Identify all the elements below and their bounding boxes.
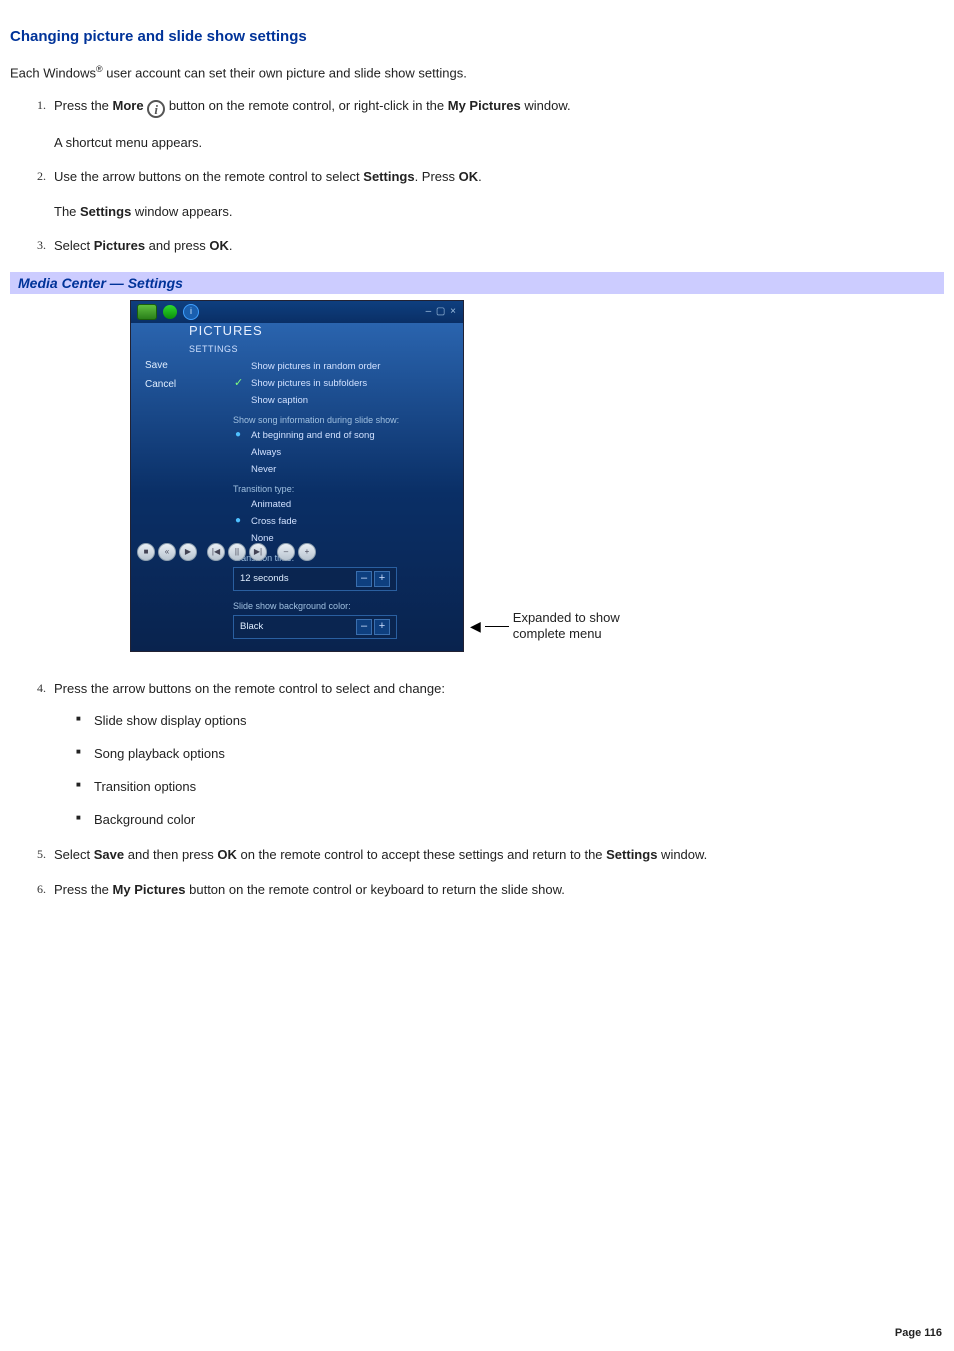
t: OK <box>459 169 479 184</box>
t: window. <box>521 98 571 113</box>
step-4: Press the arrow buttons on the remote co… <box>32 680 944 830</box>
t: OK <box>209 238 229 253</box>
next-icon[interactable]: ▶| <box>249 543 267 561</box>
pause-icon[interactable]: || <box>228 543 246 561</box>
t: Settings <box>606 847 657 862</box>
transition-time-value: 12 seconds <box>240 573 354 584</box>
bg-minus-button[interactable]: – <box>356 619 372 635</box>
vol-down-icon[interactable]: – <box>277 543 295 561</box>
bg-color-field[interactable]: Black – + <box>233 615 397 639</box>
annot-line1: Expanded to show <box>513 610 620 625</box>
bullet-transition: Transition options <box>76 778 944 797</box>
step-2-sub: The Settings window appears. <box>54 203 944 221</box>
t: Save <box>94 847 124 862</box>
t: The <box>54 204 80 219</box>
media-controls: ■ « ▶ |◀ || ▶| – + <box>137 543 316 561</box>
plus-button[interactable]: + <box>374 571 390 587</box>
transition-crossfade[interactable]: Cross fade <box>231 513 455 530</box>
bg-plus-button[interactable]: + <box>374 619 390 635</box>
t: window appears. <box>131 204 232 219</box>
t: . Press <box>415 169 459 184</box>
t: My Pictures <box>448 98 521 113</box>
t: Settings <box>363 169 414 184</box>
step-3: Select Pictures and press OK. <box>32 237 944 256</box>
minus-button[interactable]: – <box>356 571 372 587</box>
t: Select <box>54 238 94 253</box>
opt-caption[interactable]: Show caption <box>231 392 455 409</box>
step-2: Use the arrow buttons on the remote cont… <box>32 168 944 221</box>
window-titlebar: i – ▢ × <box>131 301 463 323</box>
t: window. <box>657 847 707 862</box>
intro-paragraph: Each Windows® user account can set their… <box>10 63 944 83</box>
t: My Pictures <box>113 882 186 897</box>
song-always[interactable]: Always <box>231 444 455 461</box>
breadcrumb: SETTINGS <box>131 344 463 356</box>
media-center-banner: Media Center — Settings <box>10 272 944 294</box>
group-song-info: Show song information during slide show: <box>231 409 455 427</box>
stop-icon[interactable]: ■ <box>137 543 155 561</box>
window-controls[interactable]: – ▢ × <box>426 306 457 317</box>
opt-random-order[interactable]: Show pictures in random order <box>231 358 455 375</box>
song-never[interactable]: Never <box>231 461 455 478</box>
t: button on the remote control, or right-c… <box>165 98 448 113</box>
t: button on the remote control or keyboard… <box>186 882 565 897</box>
t: Pictures <box>94 238 145 253</box>
bullet-slideshow: Slide show display options <box>76 712 944 731</box>
cancel-button[interactable]: Cancel <box>145 379 221 390</box>
t: Press the arrow buttons on the remote co… <box>54 681 445 696</box>
play-icon[interactable]: ▶ <box>179 543 197 561</box>
info-icon: i <box>183 304 199 320</box>
t: . <box>478 169 482 184</box>
step-6: Press the My Pictures button on the remo… <box>32 881 944 900</box>
transition-time-field[interactable]: 12 seconds – + <box>233 567 397 591</box>
opt-subfolders[interactable]: Show pictures in subfolders <box>231 375 455 392</box>
back-icon <box>163 305 177 319</box>
t: Settings <box>80 204 131 219</box>
step-1: Press the More button on the remote cont… <box>32 97 944 152</box>
step-4-bullets: Slide show display options Song playback… <box>76 712 944 829</box>
t: on the remote control to accept these se… <box>237 847 606 862</box>
steps-list: Press the More button on the remote cont… <box>32 97 944 256</box>
screen-title: PICTURES <box>189 323 263 338</box>
registered-mark: ® <box>96 64 103 74</box>
page-number: Page 116 <box>895 1327 942 1339</box>
t: Press the <box>54 882 113 897</box>
step-1-sub: A shortcut menu appears. <box>54 134 944 152</box>
expanded-annotation: ◀ Expanded to show complete menu <box>470 610 620 644</box>
t: and then press <box>124 847 217 862</box>
song-beginning-end[interactable]: At beginning and end of song <box>231 427 455 444</box>
more-icon <box>147 100 165 118</box>
bullet-background: Background color <box>76 811 944 830</box>
steps-list-continued: Press the arrow buttons on the remote co… <box>32 680 944 900</box>
vol-up-icon[interactable]: + <box>298 543 316 561</box>
t: Press the <box>54 98 113 113</box>
transition-animated[interactable]: Animated <box>231 496 455 513</box>
rewind-icon[interactable]: « <box>158 543 176 561</box>
t: . <box>229 238 233 253</box>
intro-pre: Each Windows <box>10 65 96 80</box>
section-heading: Changing picture and slide show settings <box>10 28 944 45</box>
t: More <box>113 98 144 113</box>
t: Select <box>54 847 94 862</box>
group-transition-type: Transition type: <box>231 478 455 496</box>
intro-post: user account can set their own picture a… <box>103 65 467 80</box>
prev-icon[interactable]: |◀ <box>207 543 225 561</box>
step-5: Select Save and then press OK on the rem… <box>32 846 944 865</box>
save-button[interactable]: Save <box>145 360 221 371</box>
t: OK <box>217 847 237 862</box>
start-icon <box>137 304 157 320</box>
settings-screenshot: i – ▢ × PICTURES SETTINGS Save Cancel Sh… <box>130 300 464 652</box>
arrow-icon: ◀ <box>470 618 481 635</box>
t: and press <box>145 238 209 253</box>
step-1-text: Press the More button on the remote cont… <box>54 98 571 113</box>
t: Use the arrow buttons on the remote cont… <box>54 169 363 184</box>
bg-color-value: Black <box>240 621 354 632</box>
group-bg-color: Slide show background color: <box>231 595 455 613</box>
bullet-song: Song playback options <box>76 745 944 764</box>
annot-line2: complete menu <box>513 626 602 641</box>
